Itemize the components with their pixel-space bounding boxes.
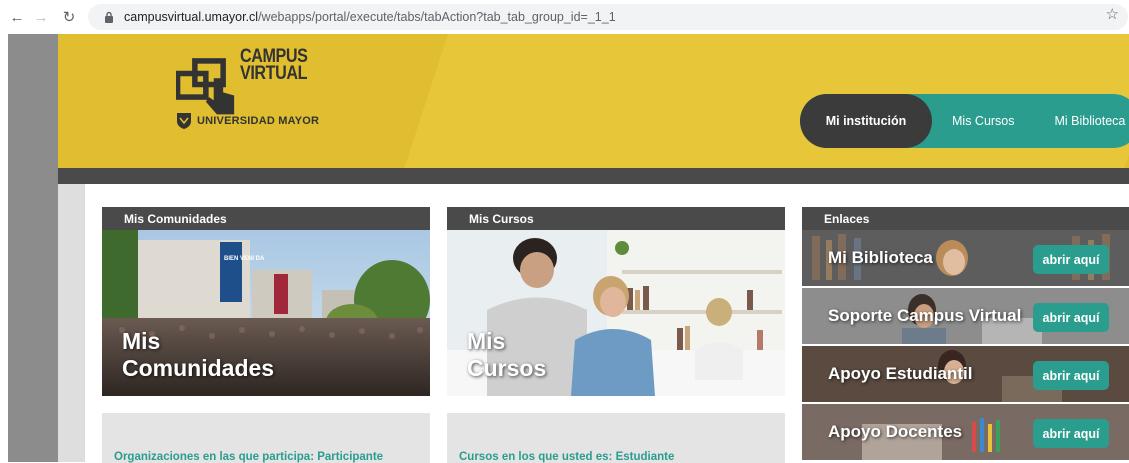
panel-title: Mis Comunidades [102, 207, 430, 230]
panel-mis-comunidades: Mis Comunidades BIEN VENI DA Mis Comunid… [102, 207, 430, 463]
caption-line1: Mis [122, 328, 161, 354]
abrir-aqui-button[interactable]: abrir aquí [1033, 361, 1109, 390]
comunidades-caption: Mis Comunidades [122, 328, 274, 382]
cursos-footer: Cursos en los que usted es: Estudiante [447, 413, 785, 463]
cursos-image[interactable]: Mis Cursos [447, 230, 785, 396]
back-icon[interactable]: ← [6, 6, 28, 28]
panel-title: Enlaces [802, 207, 1129, 230]
cursos-footer-link[interactable]: Cursos en los que usted es: Estudiante [459, 451, 674, 463]
comunidades-footer: Organizaciones en las que participa: Par… [102, 413, 430, 463]
caption-line2: Cursos [467, 355, 547, 381]
link-label: Mi Biblioteca [828, 248, 933, 267]
tab-mi-biblioteca[interactable]: Mi Biblioteca [1055, 114, 1126, 128]
abrir-aqui-button[interactable]: abrir aquí [1033, 245, 1109, 274]
logo-text: CAMPUS VIRTUAL [240, 47, 308, 84]
caption-line1: Mis [467, 328, 506, 354]
caption-line2: Comunidades [122, 355, 275, 381]
panel-title: Mis Cursos [447, 207, 785, 230]
forward-icon[interactable]: → [30, 6, 52, 28]
lock-icon [102, 10, 116, 24]
comunidades-footer-link[interactable]: Organizaciones en las que participa: Par… [114, 451, 383, 463]
university-name: UNIVERSIDAD MAYOR [197, 115, 320, 127]
shield-icon [177, 113, 191, 129]
header-banner: CAMPUS VIRTUAL UNIVERSIDAD MAYOR Mi inst… [58, 34, 1129, 168]
url-path: /webapps/portal/execute/tabs/tabAction?t… [258, 10, 616, 24]
panel-mis-cursos: Mis Cursos Mis Cursos Cursos en los que … [447, 207, 785, 463]
link-label: Apoyo Estudiantil [828, 364, 973, 383]
cursos-caption: Mis Cursos [467, 328, 546, 382]
tab-mi-institucion[interactable]: Mi institución [800, 94, 932, 148]
url-host: campusvirtual.umayor.cl [124, 10, 259, 24]
university-logo: UNIVERSIDAD MAYOR [176, 112, 319, 130]
banner-sign-text: BIEN VENI DA [224, 256, 265, 262]
content-margin [58, 184, 84, 462]
logo-line2: VIRTUAL [240, 63, 308, 84]
link-apoyo-estudiantil[interactable]: Apoyo Estudiantil abrir aquí [802, 346, 1129, 402]
browser-toolbar: ← → ↻ campusvirtual.umayor.cl/webapps/po… [0, 0, 1129, 34]
panel-enlaces: Enlaces Mi Biblioteca abrir aquí Soporte… [802, 207, 1129, 462]
reload-icon[interactable]: ↻ [58, 6, 80, 28]
link-apoyo-docentes[interactable]: Apoyo Docentes abrir aquí [802, 404, 1129, 460]
left-gutter [0, 34, 58, 462]
bookmark-star-icon[interactable]: ☆ [1106, 5, 1119, 23]
address-bar[interactable]: campusvirtual.umayor.cl/webapps/portal/e… [88, 4, 1128, 30]
link-label: Apoyo Docentes [828, 422, 963, 441]
main-nav: Mi institución Mis Cursos Mi Biblioteca [800, 94, 1129, 148]
link-mi-biblioteca[interactable]: Mi Biblioteca abrir aquí [802, 230, 1129, 286]
abrir-aqui-button[interactable]: abrir aquí [1033, 419, 1109, 448]
tab-mis-cursos[interactable]: Mis Cursos [952, 114, 1015, 128]
comunidades-image[interactable]: BIEN VENI DA Mis Comunidades [102, 230, 430, 396]
abrir-aqui-button[interactable]: abrir aquí [1033, 303, 1109, 332]
link-label: Soporte Campus Virtual [828, 306, 1022, 325]
header-subbar [58, 168, 1129, 184]
link-soporte-campus-virtual[interactable]: Soporte Campus Virtual abrir aquí [802, 288, 1129, 344]
